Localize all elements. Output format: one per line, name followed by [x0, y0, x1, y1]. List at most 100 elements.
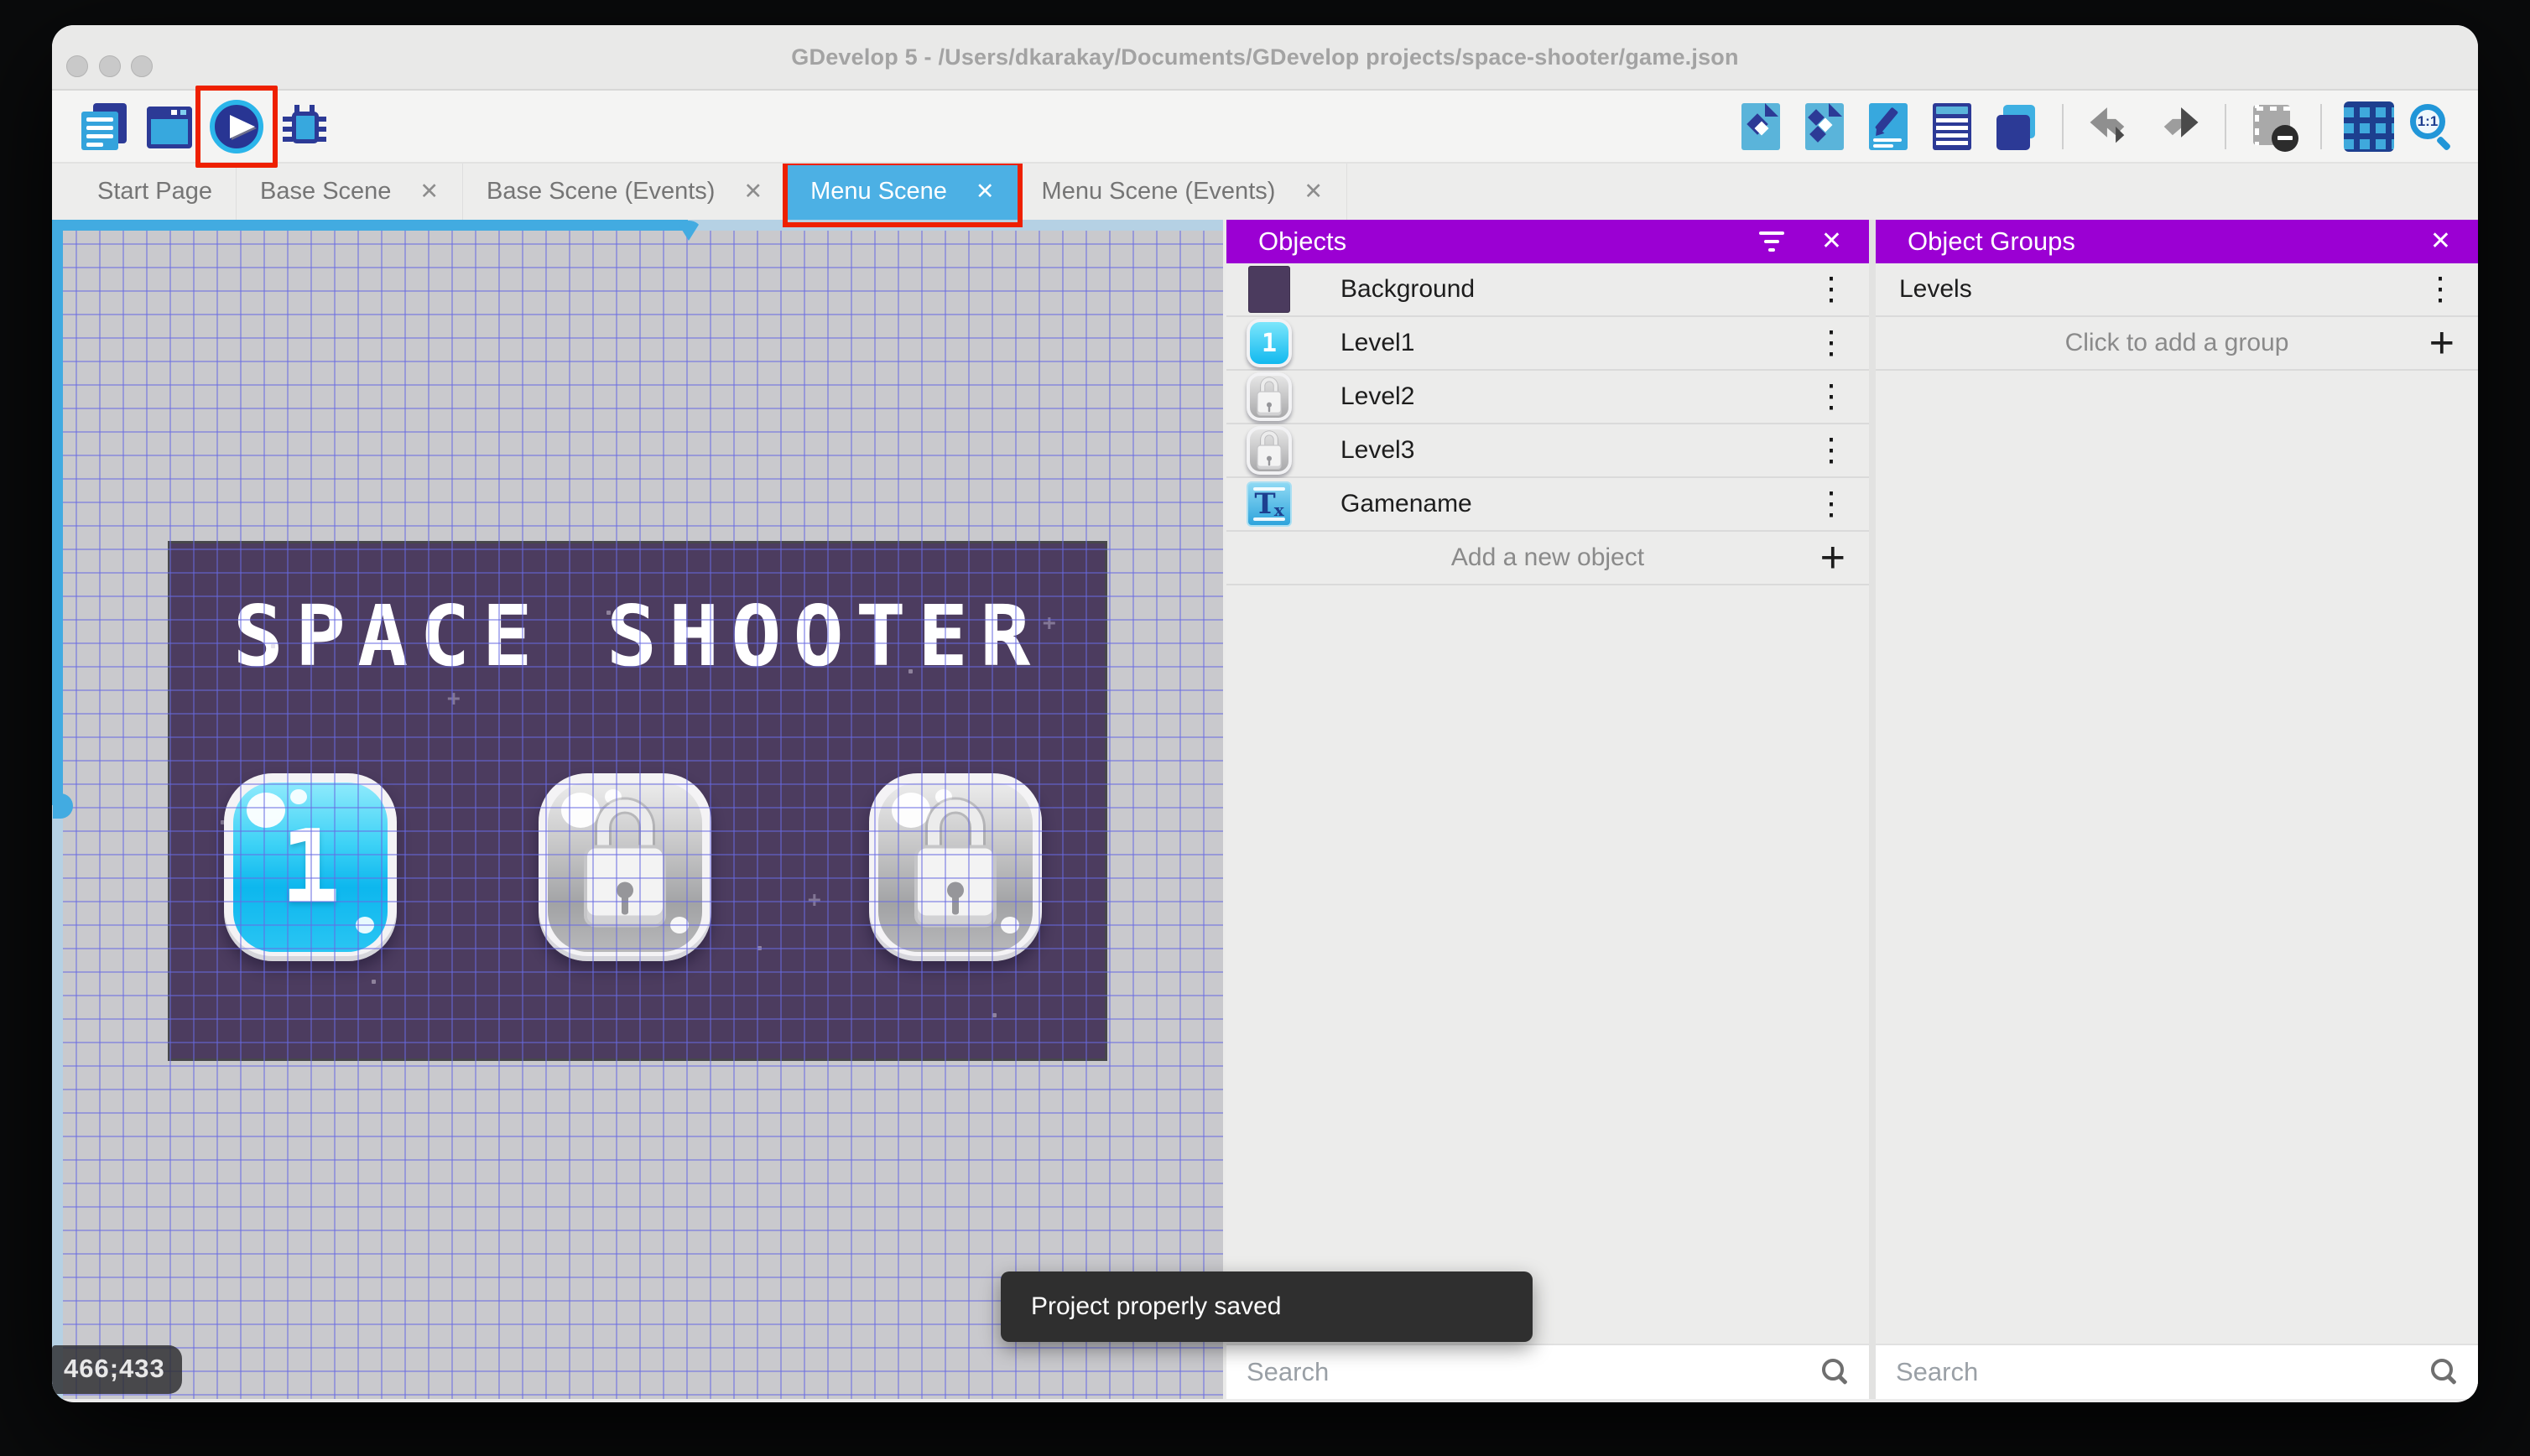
- lock-icon: [905, 799, 1006, 928]
- object-row-level1[interactable]: 1 Level1 ⋮: [1226, 317, 1869, 371]
- redo-icon[interactable]: [2151, 103, 2203, 150]
- object-row-gamename[interactable]: Tx Gamename ⋮: [1226, 478, 1869, 532]
- add-new-object-row[interactable]: Add a new object +: [1226, 532, 1869, 585]
- level2-thumbnail: [1247, 372, 1292, 421]
- groups-panel-empty-area: [1876, 371, 2478, 1344]
- filter-icon[interactable]: [1757, 231, 1786, 252]
- group-menu-icon[interactable]: ⋮: [2424, 273, 2456, 305]
- close-panel-icon[interactable]: ✕: [2425, 227, 2456, 256]
- group-row-levels[interactable]: Levels ⋮: [1876, 263, 2478, 317]
- level2-button-instance[interactable]: [539, 773, 711, 961]
- object-row-level3[interactable]: Level3 ⋮: [1226, 424, 1869, 478]
- remove-instances-icon[interactable]: [2248, 101, 2298, 152]
- object-menu-icon[interactable]: ⋮: [1815, 488, 1847, 520]
- toolbar-separator: [2225, 103, 2226, 149]
- zoom-one-to-one-icon[interactable]: 1:1: [2408, 101, 2458, 152]
- scene-title-text[interactable]: SPACE SHOOTER: [170, 587, 1105, 685]
- level3-button-instance[interactable]: [869, 773, 1042, 961]
- macos-close-button[interactable]: [66, 55, 88, 77]
- open-objects-panel-icon[interactable]: [1735, 101, 1785, 152]
- horizontal-scroll-indicator[interactable]: [52, 220, 1223, 241]
- undo-icon[interactable]: [2085, 103, 2137, 150]
- add-group-row[interactable]: Click to add a group +: [1876, 317, 2478, 371]
- objects-panel-title: Objects: [1258, 226, 1347, 256]
- tab-menu-scene[interactable]: Menu Scene ✕: [783, 160, 1023, 227]
- object-menu-icon[interactable]: ⋮: [1815, 434, 1847, 466]
- tab-close-icon[interactable]: ✕: [976, 179, 995, 205]
- object-menu-icon[interactable]: ⋮: [1815, 381, 1847, 413]
- objects-panel-empty-area: [1226, 585, 1869, 1344]
- search-icon: [2431, 1359, 2453, 1381]
- open-properties-icon[interactable]: [1862, 101, 1913, 152]
- groups-search-row: [1876, 1344, 2478, 1399]
- tab-label: Base Scene: [260, 178, 392, 205]
- tab-close-icon[interactable]: ✕: [1304, 179, 1323, 205]
- preview-window-icon[interactable]: [143, 101, 194, 152]
- tab-label: Base Scene (Events): [487, 178, 716, 205]
- tab-menu-scene-events[interactable]: Menu Scene (Events) ✕: [1018, 164, 1348, 220]
- project-manager-icon[interactable]: [80, 101, 130, 152]
- save-toast: Project properly saved: [1001, 1271, 1533, 1342]
- tab-base-scene-events[interactable]: Base Scene (Events) ✕: [463, 164, 788, 220]
- tab-start-page[interactable]: Start Page: [74, 164, 237, 220]
- level1-digit: 1: [279, 809, 341, 926]
- vertical-scroll-indicator[interactable]: [52, 220, 73, 1399]
- background-thumbnail: [1248, 266, 1290, 313]
- objects-panel-header: Objects ✕: [1226, 220, 1869, 263]
- open-layers-icon[interactable]: [1990, 101, 2040, 152]
- object-name: Gamename: [1340, 490, 1472, 517]
- groups-panel-header: Object Groups ✕: [1876, 220, 2478, 263]
- tab-close-icon[interactable]: ✕: [743, 179, 763, 205]
- macos-minimize-button[interactable]: [99, 55, 121, 77]
- editor-tab-bar: Start Page Base Scene ✕ Base Scene (Even…: [52, 160, 2478, 227]
- objects-search-input[interactable]: [1226, 1357, 1869, 1387]
- close-panel-icon[interactable]: ✕: [1816, 227, 1847, 256]
- gdevelop-window: GDevelop 5 - /Users/dkarakay/Documents/G…: [52, 25, 2478, 1402]
- level1-thumbnail: 1: [1247, 319, 1292, 367]
- window-title: GDevelop 5 - /Users/dkarakay/Documents/G…: [791, 44, 1739, 70]
- object-row-background[interactable]: Background ⋮: [1226, 263, 1869, 317]
- vertical-scroll-marker[interactable]: [53, 793, 73, 819]
- object-name: Level2: [1340, 382, 1415, 410]
- objects-panel: Objects ✕ Background ⋮ 1 Level1 ⋮ Level2…: [1226, 220, 1869, 1399]
- play-icon: [210, 99, 263, 153]
- grid-icon[interactable]: [2344, 101, 2394, 152]
- open-object-groups-icon[interactable]: [1799, 101, 1849, 152]
- text-object-thumbnail: Tx: [1247, 481, 1292, 527]
- object-groups-panel: Object Groups ✕ Levels ⋮ Click to add a …: [1876, 220, 2478, 1399]
- debugger-icon[interactable]: [279, 101, 330, 152]
- tab-base-scene[interactable]: Base Scene ✕: [237, 164, 464, 220]
- toast-message: Project properly saved: [1031, 1292, 1282, 1320]
- tab-label: Menu Scene: [810, 178, 947, 205]
- tab-label: Start Page: [97, 178, 213, 205]
- object-row-level2[interactable]: Level2 ⋮: [1226, 371, 1869, 424]
- play-preview-button[interactable]: [195, 85, 278, 168]
- add-new-object-label: Add a new object: [1450, 543, 1645, 571]
- object-name: Level3: [1340, 436, 1415, 464]
- objects-search-row: [1226, 1344, 1869, 1399]
- title-bar: GDevelop 5 - /Users/dkarakay/Documents/G…: [52, 25, 2478, 91]
- macos-maximize-button[interactable]: [131, 55, 153, 77]
- open-instances-list-icon[interactable]: [1926, 101, 1976, 152]
- group-name: Levels: [1899, 275, 1972, 303]
- tab-label: Menu Scene (Events): [1041, 178, 1276, 205]
- lock-icon: [575, 799, 675, 928]
- horizontal-scroll-marker[interactable]: [676, 221, 701, 241]
- panel-divider: [1869, 220, 1876, 1399]
- object-name: Level1: [1340, 329, 1415, 356]
- object-name: Background: [1340, 275, 1476, 303]
- main-toolbar: 1:1: [52, 85, 2478, 168]
- groups-panel-title: Object Groups: [1908, 226, 2075, 256]
- toolbar-separator: [2062, 103, 2064, 149]
- cursor-coordinates-badge: 466;433: [52, 1345, 182, 1394]
- scene-editor-canvas[interactable]: SPACE SHOOTER + + + + 1: [52, 220, 1223, 1399]
- tab-close-icon[interactable]: ✕: [419, 179, 439, 205]
- toolbar-separator: [2320, 103, 2322, 149]
- object-menu-icon[interactable]: ⋮: [1815, 327, 1847, 359]
- scene-background-instance[interactable]: SPACE SHOOTER + + + + 1: [170, 543, 1105, 1058]
- groups-search-input[interactable]: [1876, 1357, 2478, 1387]
- add-group-label: Click to add a group: [2064, 329, 2289, 356]
- level1-button-instance[interactable]: 1: [224, 773, 397, 961]
- object-menu-icon[interactable]: ⋮: [1815, 273, 1847, 305]
- search-icon: [1822, 1359, 1844, 1381]
